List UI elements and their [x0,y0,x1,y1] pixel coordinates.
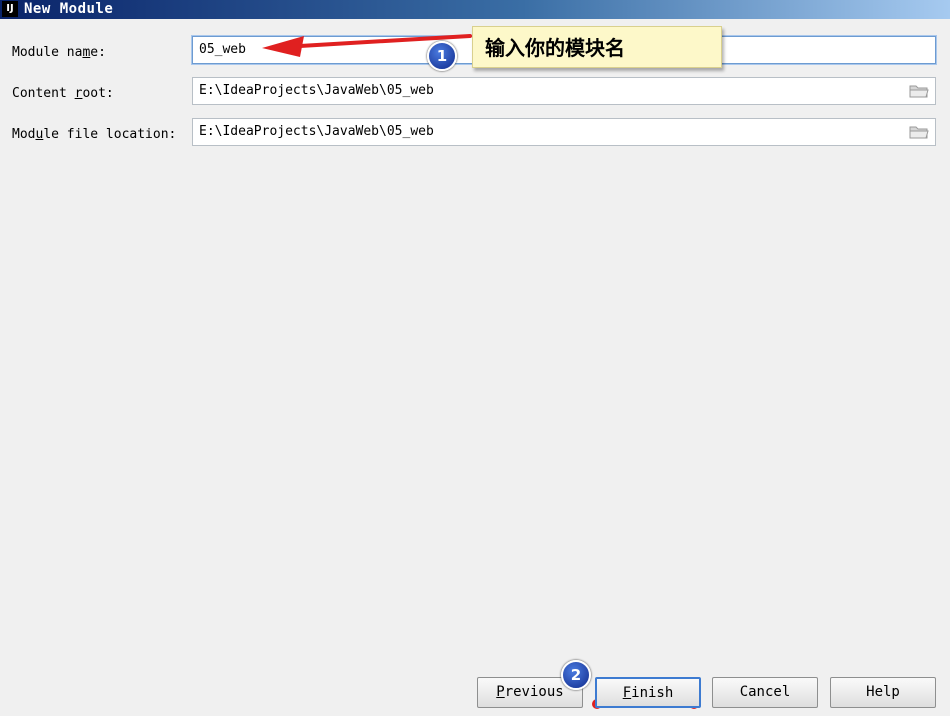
title-bar: IJ New Module [0,0,950,19]
annotation-callout: 输入你的模块名 [472,26,722,68]
step-2-badge: 2 [561,660,591,690]
content-root-value: E:\IdeaProjects\JavaWeb\05_web [199,83,434,98]
module-file-location-input[interactable]: E:\IdeaProjects\JavaWeb\05_web [192,118,936,146]
finish-button[interactable]: Finish [595,677,701,708]
module-name-value: 05_web [199,42,246,57]
module-file-location-label: Module file location: [12,127,177,142]
content-root-label: Content root: [12,86,114,101]
step-1-badge: 1 [427,41,457,71]
module-name-label: Module name: [12,45,106,60]
help-button[interactable]: Help [830,677,936,708]
module-file-location-value: E:\IdeaProjects\JavaWeb\05_web [199,124,434,139]
intellij-app-icon: IJ [2,1,18,17]
cancel-button[interactable]: Cancel [712,677,818,708]
folder-icon[interactable] [909,84,929,98]
annotation-overlay [262,34,699,709]
window-title: New Module [24,1,114,17]
folder-icon[interactable] [909,125,929,139]
content-root-input[interactable]: E:\IdeaProjects\JavaWeb\05_web [192,77,936,105]
